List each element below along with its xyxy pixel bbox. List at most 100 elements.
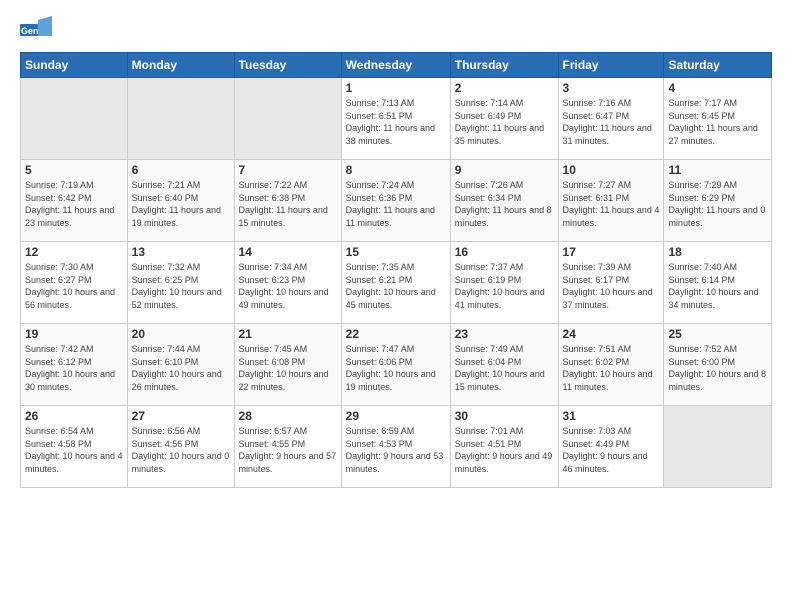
weekday-thursday: Thursday	[450, 53, 558, 78]
day-cell: 19 Sunrise: 7:42 AMSunset: 6:12 PMDayligh…	[21, 324, 128, 406]
day-number: 14	[239, 245, 337, 259]
day-info: Sunrise: 7:52 AMSunset: 6:00 PMDaylight:…	[668, 343, 767, 393]
day-number: 22	[346, 327, 446, 341]
day-info: Sunrise: 7:27 AMSunset: 6:31 PMDaylight:…	[563, 179, 660, 229]
day-info: Sunrise: 7:37 AMSunset: 6:19 PMDaylight:…	[455, 261, 554, 311]
header: Gen	[20, 16, 772, 44]
day-cell: 30 Sunrise: 7:01 AMSunset: 4:51 PMDayligh…	[450, 406, 558, 488]
day-info: Sunrise: 7:16 AMSunset: 6:47 PMDaylight:…	[563, 97, 660, 147]
day-number: 13	[132, 245, 230, 259]
day-number: 3	[563, 81, 660, 95]
day-info: Sunrise: 7:30 AMSunset: 6:27 PMDaylight:…	[25, 261, 123, 311]
day-info: Sunrise: 7:03 AMSunset: 4:49 PMDaylight:…	[563, 425, 660, 475]
day-number: 21	[239, 327, 337, 341]
day-info: Sunrise: 7:29 AMSunset: 6:29 PMDaylight:…	[668, 179, 767, 229]
day-number: 19	[25, 327, 123, 341]
week-row-3: 12 Sunrise: 7:30 AMSunset: 6:27 PMDayligh…	[21, 242, 772, 324]
day-cell: 15 Sunrise: 7:35 AMSunset: 6:21 PMDayligh…	[341, 242, 450, 324]
day-cell: 20Sunrise: 7:44 AMSunset: 6:10 PMDayligh…	[127, 324, 234, 406]
day-number: 28	[239, 409, 337, 423]
day-cell: 2 Sunrise: 7:14 AMSunset: 6:49 PMDaylight…	[450, 78, 558, 160]
svg-text:Gen: Gen	[21, 26, 39, 36]
day-cell: 25 Sunrise: 7:52 AMSunset: 6:00 PMDayligh…	[664, 324, 772, 406]
day-cell	[234, 78, 341, 160]
week-row-1: 1 Sunrise: 7:13 AMSunset: 6:51 PMDaylight…	[21, 78, 772, 160]
day-info: Sunrise: 7:42 AMSunset: 6:12 PMDaylight:…	[25, 343, 123, 393]
day-number: 6	[132, 163, 230, 177]
day-cell: 29Sunrise: 6:59 AMSunset: 4:53 PMDayligh…	[341, 406, 450, 488]
day-cell: 9 Sunrise: 7:26 AMSunset: 6:34 PMDaylight…	[450, 160, 558, 242]
day-number: 9	[455, 163, 554, 177]
day-info: Sunrise: 7:39 AMSunset: 6:17 PMDaylight:…	[563, 261, 660, 311]
day-number: 1	[346, 81, 446, 95]
day-info: Sunrise: 6:57 AMSunset: 4:55 PMDaylight:…	[239, 425, 337, 475]
day-info: Sunrise: 7:01 AMSunset: 4:51 PMDaylight:…	[455, 425, 554, 475]
day-cell: 22 Sunrise: 7:47 AMSunset: 6:06 PMDayligh…	[341, 324, 450, 406]
day-number: 31	[563, 409, 660, 423]
day-info: Sunrise: 7:26 AMSunset: 6:34 PMDaylight:…	[455, 179, 554, 229]
weekday-friday: Friday	[558, 53, 664, 78]
day-info: Sunrise: 7:14 AMSunset: 6:49 PMDaylight:…	[455, 97, 554, 147]
day-info: Sunrise: 7:13 AMSunset: 6:51 PMDaylight:…	[346, 97, 446, 147]
day-info: Sunrise: 7:24 AMSunset: 6:36 PMDaylight:…	[346, 179, 446, 229]
day-number: 15	[346, 245, 446, 259]
week-row-2: 5Sunrise: 7:19 AMSunset: 6:42 PMDaylight…	[21, 160, 772, 242]
day-cell: 17 Sunrise: 7:39 AMSunset: 6:17 PMDayligh…	[558, 242, 664, 324]
day-number: 5	[25, 163, 123, 177]
day-number: 2	[455, 81, 554, 95]
day-number: 24	[563, 327, 660, 341]
day-number: 26	[25, 409, 123, 423]
day-cell: 8Sunrise: 7:24 AMSunset: 6:36 PMDaylight…	[341, 160, 450, 242]
weekday-header-row: SundayMondayTuesdayWednesdayThursdayFrid…	[21, 53, 772, 78]
day-cell: 14 Sunrise: 7:34 AMSunset: 6:23 PMDayligh…	[234, 242, 341, 324]
day-cell: 23Sunrise: 7:49 AMSunset: 6:04 PMDayligh…	[450, 324, 558, 406]
day-number: 11	[668, 163, 767, 177]
day-cell: 3 Sunrise: 7:16 AMSunset: 6:47 PMDaylight…	[558, 78, 664, 160]
day-info: Sunrise: 7:35 AMSunset: 6:21 PMDaylight:…	[346, 261, 446, 311]
day-cell	[664, 406, 772, 488]
day-info: Sunrise: 7:22 AMSunset: 6:38 PMDaylight:…	[239, 179, 337, 229]
day-info: Sunrise: 7:49 AMSunset: 6:04 PMDaylight:…	[455, 343, 554, 393]
weekday-saturday: Saturday	[664, 53, 772, 78]
day-cell: 18Sunrise: 7:40 AMSunset: 6:14 PMDayligh…	[664, 242, 772, 324]
day-cell: 6 Sunrise: 7:21 AMSunset: 6:40 PMDaylight…	[127, 160, 234, 242]
day-cell: 7 Sunrise: 7:22 AMSunset: 6:38 PMDaylight…	[234, 160, 341, 242]
day-number: 30	[455, 409, 554, 423]
calendar-body: 1 Sunrise: 7:13 AMSunset: 6:51 PMDaylight…	[21, 78, 772, 488]
day-cell: 11 Sunrise: 7:29 AMSunset: 6:29 PMDayligh…	[664, 160, 772, 242]
day-number: 4	[668, 81, 767, 95]
day-cell: 28 Sunrise: 6:57 AMSunset: 4:55 PMDayligh…	[234, 406, 341, 488]
weekday-wednesday: Wednesday	[341, 53, 450, 78]
calendar-table: SundayMondayTuesdayWednesdayThursdayFrid…	[20, 52, 772, 488]
day-number: 17	[563, 245, 660, 259]
day-number: 12	[25, 245, 123, 259]
day-info: Sunrise: 6:56 AMSunset: 4:56 PMDaylight:…	[132, 425, 230, 475]
day-number: 29	[346, 409, 446, 423]
day-cell: 12 Sunrise: 7:30 AMSunset: 6:27 PMDayligh…	[21, 242, 128, 324]
day-number: 18	[668, 245, 767, 259]
weekday-monday: Monday	[127, 53, 234, 78]
day-number: 7	[239, 163, 337, 177]
day-info: Sunrise: 7:51 AMSunset: 6:02 PMDaylight:…	[563, 343, 660, 393]
day-info: Sunrise: 7:34 AMSunset: 6:23 PMDaylight:…	[239, 261, 337, 311]
day-info: Sunrise: 7:47 AMSunset: 6:06 PMDaylight:…	[346, 343, 446, 393]
day-cell: 13Sunrise: 7:32 AMSunset: 6:25 PMDayligh…	[127, 242, 234, 324]
logo-icon: Gen	[20, 16, 52, 44]
logo: Gen	[20, 16, 54, 44]
day-cell: 31 Sunrise: 7:03 AMSunset: 4:49 PMDayligh…	[558, 406, 664, 488]
week-row-4: 19 Sunrise: 7:42 AMSunset: 6:12 PMDayligh…	[21, 324, 772, 406]
week-row-5: 26 Sunrise: 6:54 AMSunset: 4:58 PMDayligh…	[21, 406, 772, 488]
weekday-sunday: Sunday	[21, 53, 128, 78]
day-cell: 26 Sunrise: 6:54 AMSunset: 4:58 PMDayligh…	[21, 406, 128, 488]
day-cell: 1 Sunrise: 7:13 AMSunset: 6:51 PMDaylight…	[341, 78, 450, 160]
day-info: Sunrise: 7:44 AMSunset: 6:10 PMDaylight:…	[132, 343, 230, 393]
day-cell: 16Sunrise: 7:37 AMSunset: 6:19 PMDayligh…	[450, 242, 558, 324]
day-number: 25	[668, 327, 767, 341]
weekday-tuesday: Tuesday	[234, 53, 341, 78]
day-info: Sunrise: 6:54 AMSunset: 4:58 PMDaylight:…	[25, 425, 123, 475]
day-cell: 24 Sunrise: 7:51 AMSunset: 6:02 PMDayligh…	[558, 324, 664, 406]
day-info: Sunrise: 7:21 AMSunset: 6:40 PMDaylight:…	[132, 179, 230, 229]
day-cell: 27Sunrise: 6:56 AMSunset: 4:56 PMDayligh…	[127, 406, 234, 488]
day-info: Sunrise: 7:17 AMSunset: 6:45 PMDaylight:…	[668, 97, 767, 147]
day-cell: 21Sunrise: 7:45 AMSunset: 6:08 PMDayligh…	[234, 324, 341, 406]
